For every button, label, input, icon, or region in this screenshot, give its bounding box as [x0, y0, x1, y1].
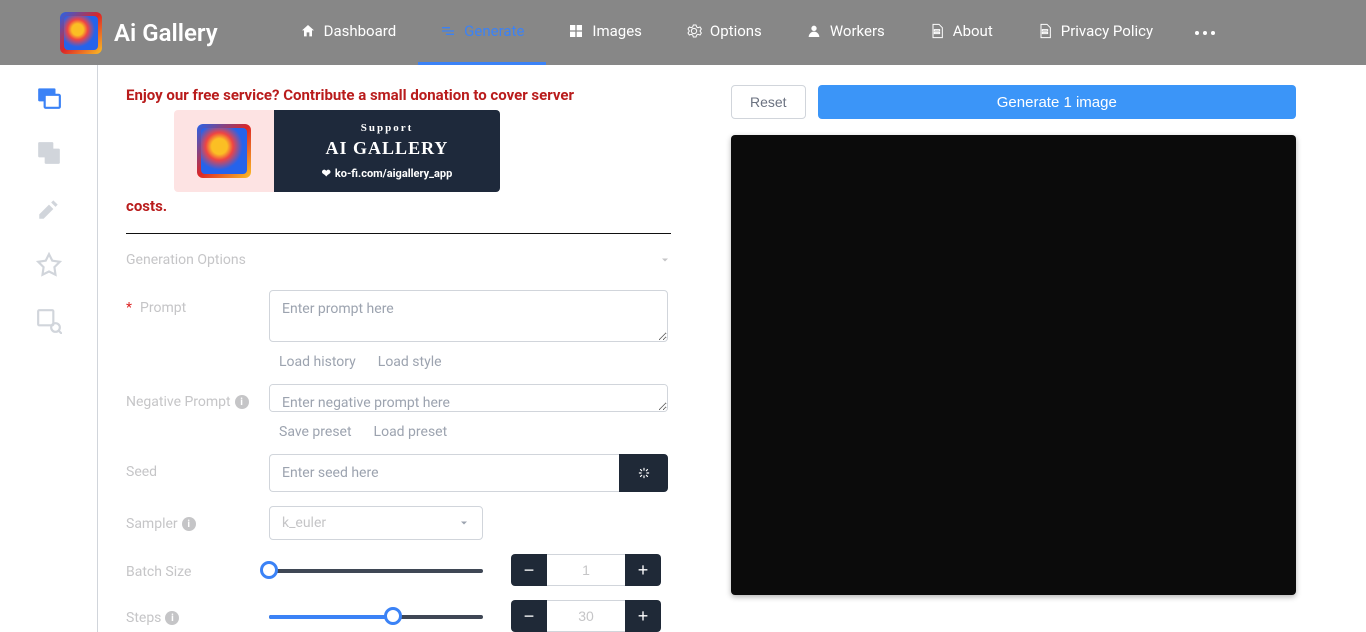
- document-icon: [929, 23, 945, 39]
- nav-privacy[interactable]: Privacy Policy: [1015, 0, 1175, 65]
- info-icon[interactable]: i: [182, 517, 196, 531]
- reset-button[interactable]: Reset: [731, 85, 806, 119]
- seed-random-button[interactable]: [619, 454, 668, 492]
- banner-logo-icon: [197, 124, 251, 178]
- brand-name: Ai Gallery: [114, 19, 218, 47]
- nav-images-label: Images: [592, 22, 642, 40]
- steps-slider[interactable]: [269, 608, 483, 624]
- steps-increment-button[interactable]: +: [625, 600, 661, 632]
- sliders-icon: [440, 23, 456, 39]
- grid-icon: [568, 23, 584, 39]
- app-header: Ai Gallery Dashboard Generate Images Opt…: [0, 0, 1366, 65]
- sidebar-favorites-icon[interactable]: [35, 251, 63, 279]
- nav-options-label: Options: [710, 22, 762, 40]
- info-icon[interactable]: i: [165, 611, 179, 625]
- steps-decrement-button[interactable]: −: [511, 600, 547, 632]
- nav-generate[interactable]: Generate: [418, 0, 546, 65]
- random-icon: [637, 466, 651, 480]
- label-prompt: *Prompt: [126, 290, 269, 316]
- nav-privacy-label: Privacy Policy: [1061, 22, 1153, 40]
- nav-more-icon[interactable]: [1195, 31, 1215, 35]
- gear-icon: [686, 23, 702, 39]
- steps-input[interactable]: [547, 600, 625, 632]
- batch-size-stepper: − +: [511, 554, 661, 586]
- heart-icon: ❤: [322, 166, 331, 181]
- chevron-down-icon: [659, 254, 671, 266]
- sampler-value: k_euler: [282, 515, 326, 531]
- sidebar-interrogate-icon[interactable]: [35, 307, 63, 335]
- seed-input[interactable]: [269, 454, 619, 492]
- prompt-input[interactable]: [269, 290, 668, 342]
- document-icon: [1037, 23, 1053, 39]
- output-canvas: [731, 135, 1296, 595]
- batch-decrement-button[interactable]: −: [511, 554, 547, 586]
- sidebar-inpaint-icon[interactable]: [35, 195, 63, 223]
- load-style-link[interactable]: Load style: [378, 354, 442, 370]
- top-nav: Dashboard Generate Images Options Worker…: [278, 0, 1215, 65]
- divider: [126, 233, 671, 234]
- nav-generate-label: Generate: [464, 22, 524, 40]
- banner-support-label: Support: [361, 121, 414, 136]
- label-batch-size: Batch Size: [126, 554, 269, 580]
- donation-banner[interactable]: Support AI GALLERY ❤ko-fi.com/aigallery_…: [174, 110, 500, 192]
- sidebar-img2img-icon[interactable]: [35, 139, 63, 167]
- label-negative-prompt: Negative Prompt i: [126, 384, 269, 410]
- donation-text: Enjoy our free service? Contribute a sma…: [126, 85, 671, 217]
- person-icon: [806, 23, 822, 39]
- sampler-select[interactable]: k_euler: [269, 506, 483, 540]
- nav-about[interactable]: About: [907, 0, 1015, 65]
- load-preset-link[interactable]: Load preset: [374, 424, 448, 440]
- nav-dashboard-label: Dashboard: [324, 22, 397, 40]
- batch-increment-button[interactable]: +: [625, 554, 661, 586]
- load-history-link[interactable]: Load history: [279, 354, 356, 370]
- nav-images[interactable]: Images: [546, 0, 664, 65]
- save-preset-link[interactable]: Save preset: [279, 424, 352, 440]
- home-icon: [300, 23, 316, 39]
- chevron-down-icon: [458, 517, 470, 529]
- label-sampler: Sampler i: [126, 506, 269, 532]
- section-title: Generation Options: [126, 252, 246, 268]
- batch-size-input[interactable]: [547, 554, 625, 586]
- banner-kofi: ❤ko-fi.com/aigallery_app: [322, 166, 453, 181]
- nav-about-label: About: [953, 22, 993, 40]
- banner-title: AI GALLERY: [326, 136, 449, 161]
- brand-logo-icon: [60, 12, 102, 54]
- nav-workers-label: Workers: [830, 22, 885, 40]
- negative-prompt-input[interactable]: [269, 384, 668, 412]
- section-generation-options[interactable]: Generation Options: [126, 252, 671, 268]
- label-steps: Steps i: [126, 600, 269, 626]
- batch-size-slider[interactable]: [269, 562, 483, 578]
- generate-button[interactable]: Generate 1 image: [818, 85, 1296, 119]
- left-sidebar: [0, 65, 98, 632]
- label-seed: Seed: [126, 454, 269, 480]
- nav-dashboard[interactable]: Dashboard: [278, 0, 419, 65]
- info-icon[interactable]: i: [235, 395, 249, 409]
- sidebar-txt2img-icon[interactable]: [35, 83, 63, 111]
- nav-workers[interactable]: Workers: [784, 0, 907, 65]
- brand[interactable]: Ai Gallery: [60, 12, 218, 54]
- nav-options[interactable]: Options: [664, 0, 784, 65]
- steps-stepper: − +: [511, 600, 661, 632]
